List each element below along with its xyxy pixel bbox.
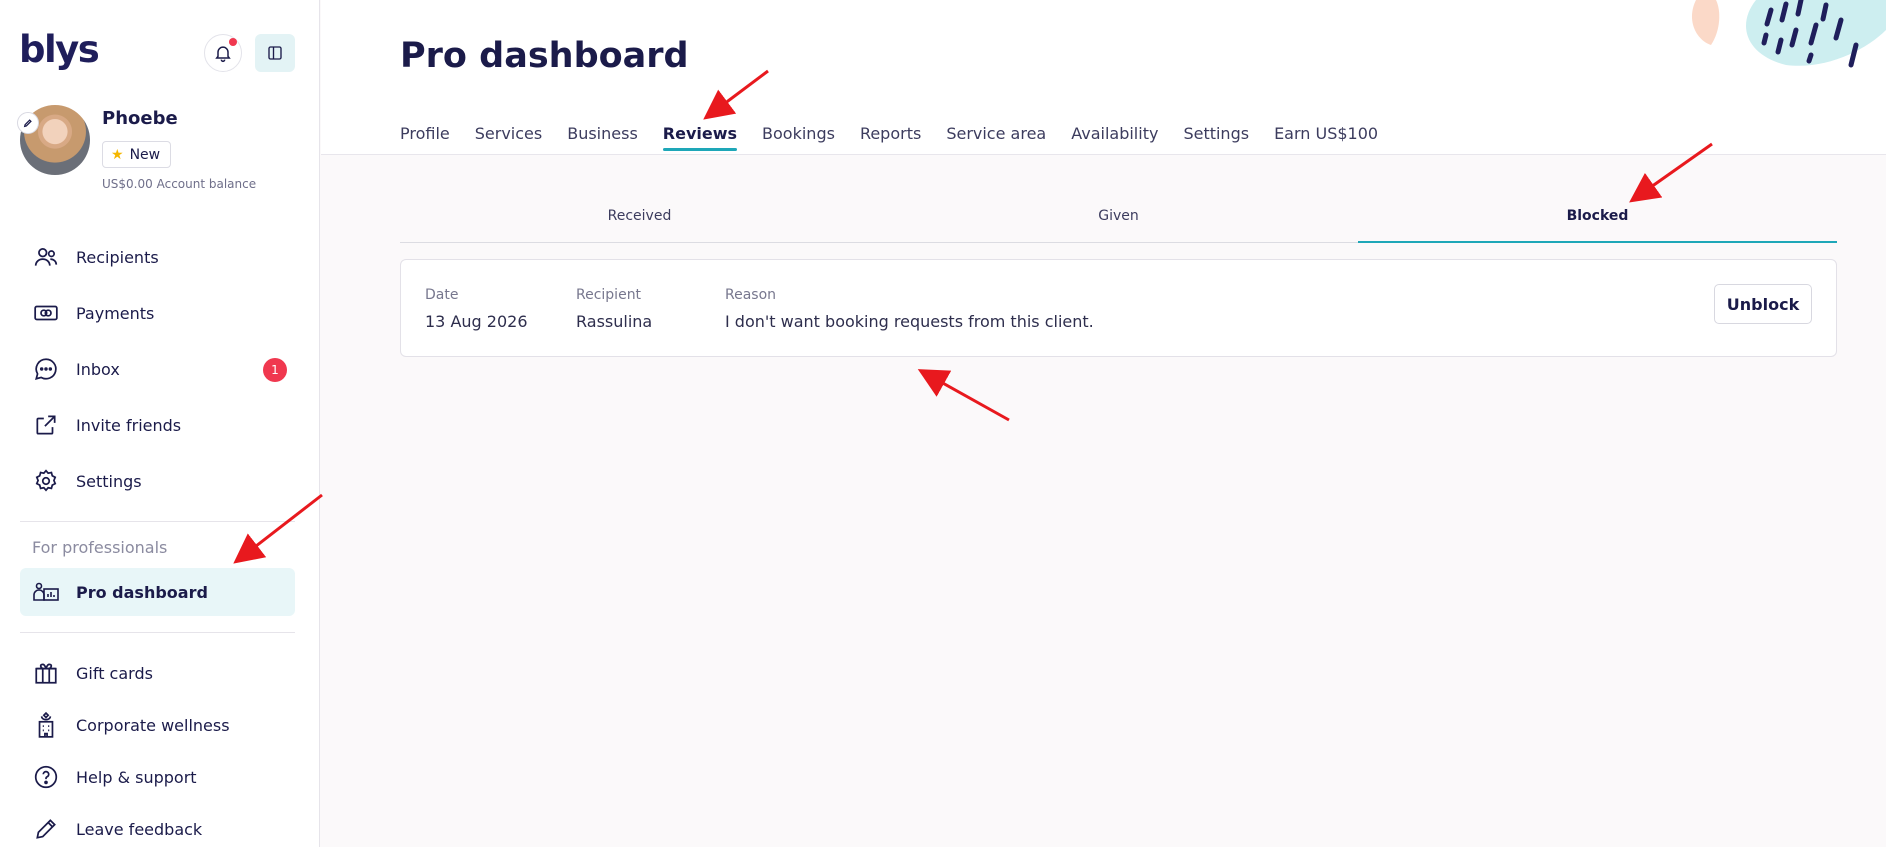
section-label-professionals: For professionals <box>32 538 168 557</box>
decorative-pattern <box>1691 0 1886 68</box>
pencil-icon <box>28 811 64 847</box>
sidebar-divider <box>20 521 295 522</box>
share-icon <box>28 407 64 443</box>
tab-availability[interactable]: Availability <box>1071 124 1158 151</box>
unblock-button[interactable]: Unblock <box>1714 284 1812 324</box>
bell-icon <box>215 46 231 63</box>
subtab-received[interactable]: Received <box>400 200 879 242</box>
inbox-count-badge: 1 <box>263 358 287 382</box>
sidebar-item-help-support[interactable]: Help & support <box>20 753 295 801</box>
notification-dot <box>229 38 237 46</box>
sidebar-item-pro-dashboard[interactable]: Pro dashboard <box>20 568 295 616</box>
building-icon <box>28 707 64 743</box>
sidebar-item-settings[interactable]: Settings <box>20 457 295 505</box>
recipient-value: Rassulina <box>576 312 653 331</box>
reason-label: Reason <box>725 287 777 303</box>
tab-settings[interactable]: Settings <box>1183 124 1249 151</box>
date-value: 13 Aug 2026 <box>425 312 528 331</box>
reason-column: Reason I don't want booking requests fro… <box>725 287 1094 331</box>
gear-icon <box>28 463 64 499</box>
recipient-column: Recipient Rassulina <box>576 287 652 331</box>
blocked-client-card: Date 13 Aug 2026 Recipient Rassulina Rea… <box>400 259 1837 357</box>
sidebar-item-gift-cards[interactable]: Gift cards <box>20 649 295 697</box>
edit-avatar-button[interactable] <box>17 112 39 134</box>
sidebar-item-payments[interactable]: Payments <box>20 289 295 337</box>
blys-logo[interactable]: blys <box>19 28 100 71</box>
status-badge-label: New <box>129 146 161 163</box>
help-icon <box>28 759 64 795</box>
review-subtabs: Received Given Blocked <box>400 200 1837 243</box>
tab-bookings[interactable]: Bookings <box>762 124 835 151</box>
user-name: Phoebe <box>102 108 178 129</box>
account-balance: US$0.00 Account balance <box>102 177 257 191</box>
recipient-label: Recipient <box>576 287 642 303</box>
pencil-icon <box>23 119 32 128</box>
toggle-sidebar-button[interactable] <box>255 34 295 72</box>
payments-icon <box>28 295 64 331</box>
tab-earn-referral[interactable]: Earn US$100 <box>1274 124 1378 151</box>
dashboard-tabs: Profile Services Business Reviews Bookin… <box>400 124 1378 151</box>
status-badge: ★ New <box>102 141 172 168</box>
sidebar-item-recipients[interactable]: Recipients <box>20 233 295 281</box>
sidebar-item-corporate-wellness[interactable]: Corporate wellness <box>20 701 295 749</box>
tab-business[interactable]: Business <box>567 124 638 151</box>
date-column: Date 13 Aug 2026 <box>425 287 528 331</box>
sidebar: blys Phoebe ★ New US$0.00 Account balanc… <box>0 0 320 847</box>
reason-value: I don't want booking requests from this … <box>725 312 1094 331</box>
tab-profile[interactable]: Profile <box>400 124 450 151</box>
gift-icon <box>28 655 64 691</box>
star-icon: ★ <box>111 146 124 163</box>
tab-reviews[interactable]: Reviews <box>662 124 738 151</box>
subtab-given[interactable]: Given <box>879 200 1358 242</box>
annotation-arrow-card <box>917 369 1010 422</box>
page-title: Pro dashboard <box>400 36 689 76</box>
sidebar-item-inbox[interactable]: Inbox 1 <box>20 345 295 393</box>
tab-services[interactable]: Services <box>475 124 542 151</box>
chat-icon <box>28 351 64 387</box>
notifications-button[interactable] <box>204 34 242 72</box>
sidebar-item-invite-friends[interactable]: Invite friends <box>20 401 295 449</box>
sidebar-toggle-icon <box>268 46 282 60</box>
tab-reports[interactable]: Reports <box>860 124 921 151</box>
date-label: Date <box>425 287 459 303</box>
tab-service-area[interactable]: Service area <box>946 124 1046 151</box>
sidebar-item-leave-feedback[interactable]: Leave feedback <box>20 805 295 847</box>
pro-dashboard-icon <box>28 574 64 610</box>
subtab-blocked[interactable]: Blocked <box>1358 200 1837 243</box>
recipients-icon <box>28 239 64 275</box>
sidebar-divider <box>20 632 295 633</box>
